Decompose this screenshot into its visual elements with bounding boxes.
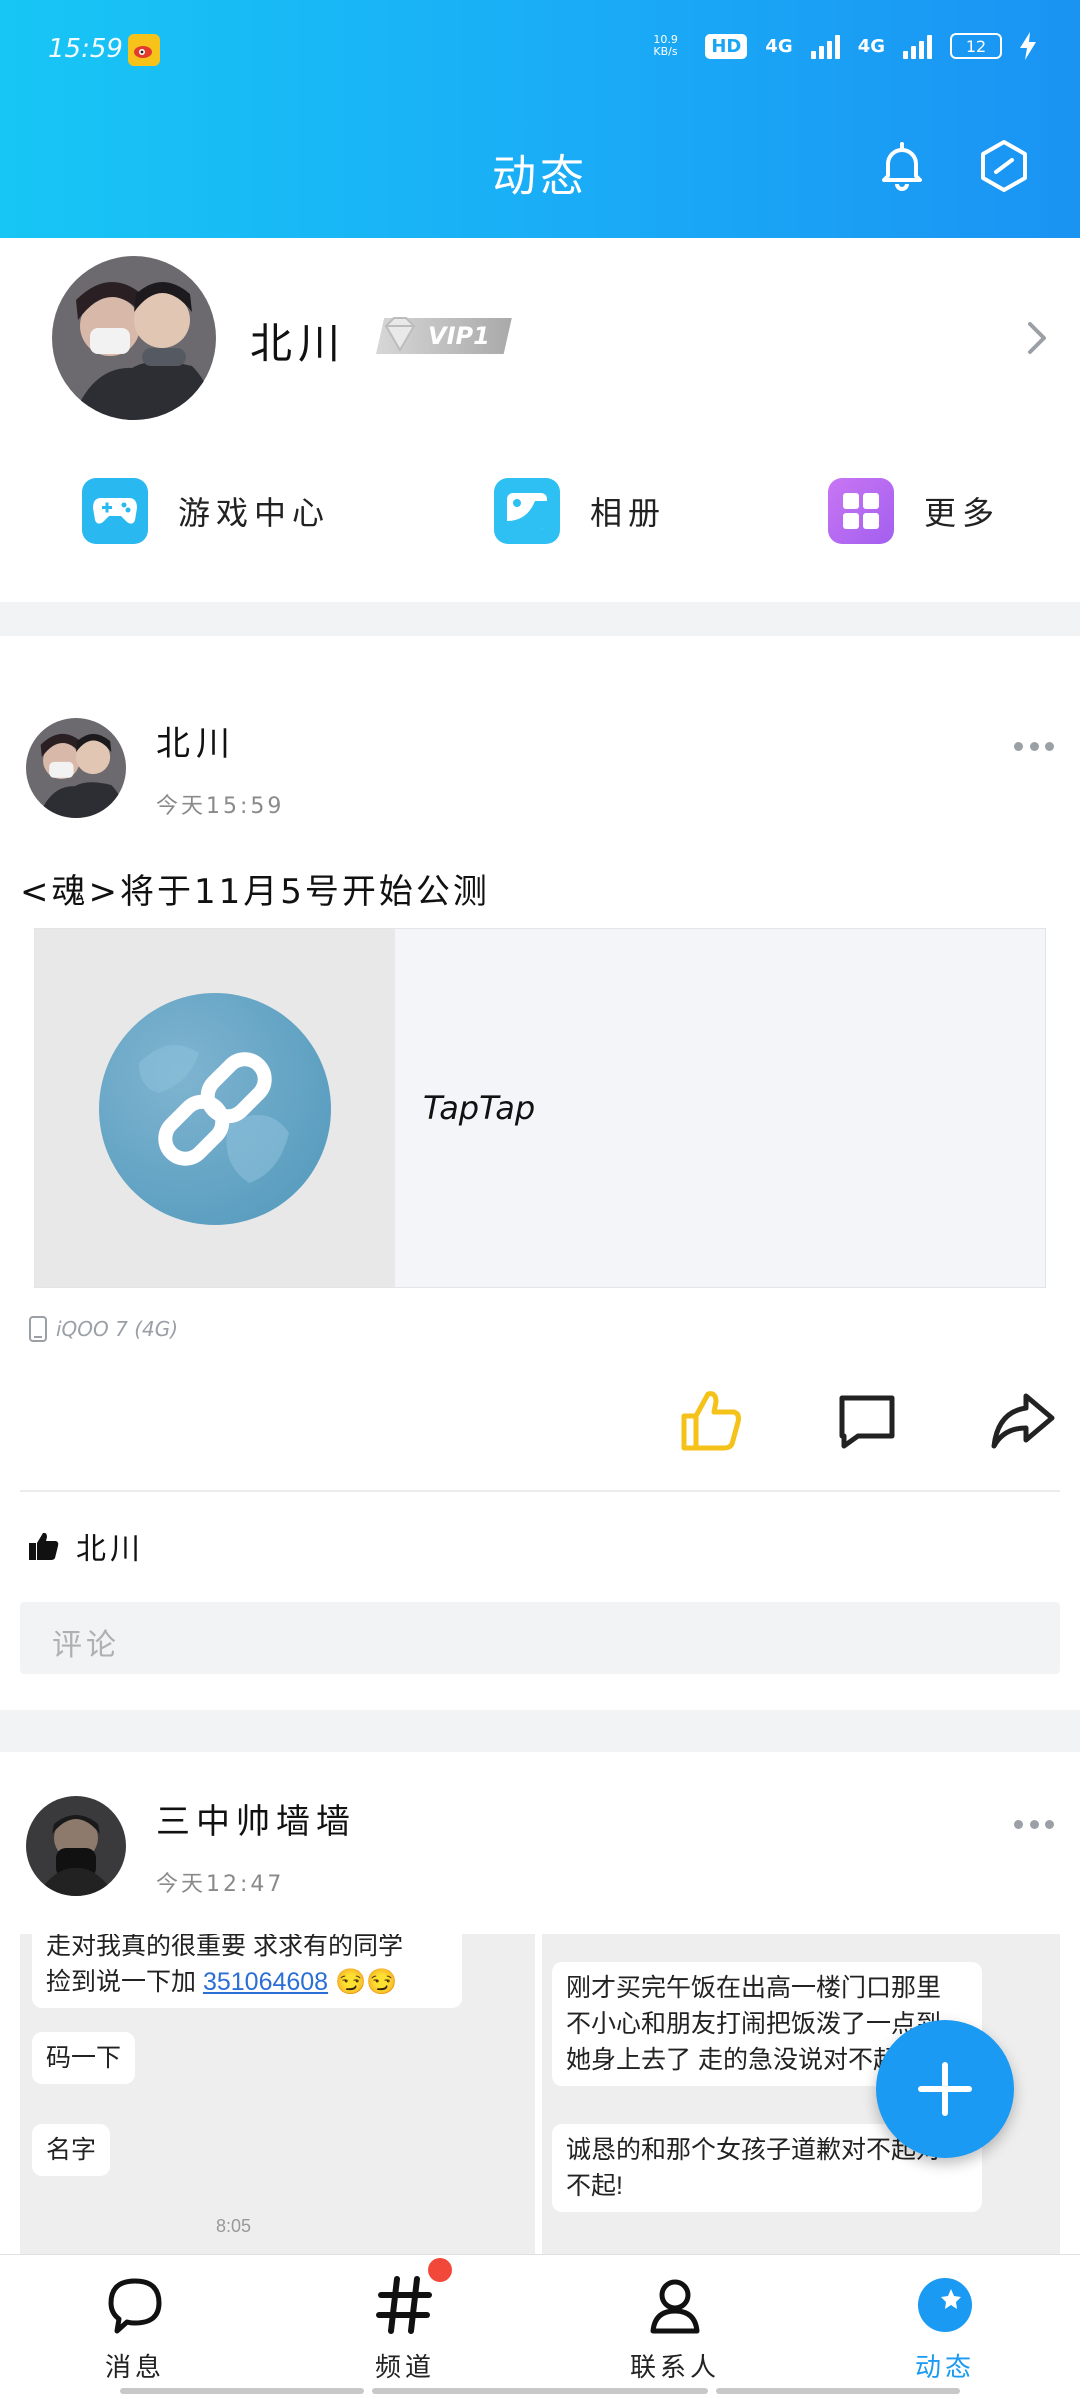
profile-name[interactable]: 北川	[250, 310, 346, 371]
like-icon[interactable]	[678, 1388, 744, 1452]
weibo-notification-icon	[128, 34, 160, 66]
signal-icon-2	[903, 33, 932, 59]
gamepad-icon	[82, 478, 148, 544]
quick-link-more[interactable]: 更多	[828, 476, 1000, 546]
post-author-avatar[interactable]	[26, 1796, 126, 1896]
tab-dynamic[interactable]: 动态	[810, 2255, 1080, 2400]
qq-number-link[interactable]: 351064608	[203, 1968, 328, 1996]
bubble-line: 走对我真的很重要 求求有的同学	[46, 1934, 403, 1960]
chat-timestamp: 8:05	[216, 2216, 252, 2236]
post-image-left[interactable]: 走对我真的很重要 求求有的同学 捡到说一下加 351064608 😏😏 码一下 …	[20, 1934, 535, 2254]
link-thumbnail	[35, 929, 395, 1287]
device-info: iQOO 7 (4G)	[28, 1316, 178, 1342]
hexagon-icon[interactable]	[976, 138, 1032, 194]
battery-level: 12	[965, 36, 987, 56]
tab-label: 频道	[374, 2353, 435, 2383]
notification-dot	[428, 2258, 452, 2282]
star-dynamic-icon	[918, 2278, 972, 2332]
thumb-up-filled-icon	[29, 1532, 59, 1560]
tab-label: 联系人	[629, 2353, 720, 2383]
liker-name: 北川	[76, 1532, 144, 1567]
phone-icon	[29, 1316, 47, 1342]
post-author-avatar[interactable]	[26, 718, 126, 818]
signal-icon	[810, 33, 840, 59]
quick-link-label: 更多	[924, 494, 1001, 532]
album-icon	[494, 478, 560, 544]
quick-link-album[interactable]: 相册	[494, 476, 666, 546]
link-title: TapTap	[423, 1089, 536, 1127]
gesture-bar	[716, 2388, 960, 2394]
bubble-line: 不起!	[566, 2172, 623, 2200]
net1-label: 4G	[765, 35, 793, 57]
status-icons: 10.9 KB/s HD 4G 4G 12	[653, 32, 1036, 60]
quick-link-label: 游戏中心	[178, 494, 331, 532]
likes-row[interactable]: 北川	[28, 1524, 144, 1568]
comment-placeholder: 评论	[52, 1628, 120, 1663]
chat-bubble: 走对我真的很重要 求求有的同学 捡到说一下加 351064608 😏😏	[32, 1934, 462, 2008]
tab-label: 消息	[104, 2353, 165, 2383]
charging-icon	[1020, 32, 1036, 60]
comment-icon[interactable]	[836, 1388, 898, 1452]
device-label: iQOO 7 (4G)	[56, 1317, 179, 1341]
hd-badge: HD	[705, 33, 748, 59]
bubble-line: 刚才买完午饭在出高一楼门口那里	[566, 1974, 942, 2002]
grid-icon	[828, 478, 894, 544]
status-time: 15:59	[48, 34, 123, 64]
bottom-nav: 消息 频道 联系人 动态	[0, 2254, 1080, 2400]
battery-icon: 12	[950, 33, 1002, 59]
more-options-icon[interactable]	[1014, 1820, 1054, 1830]
post-text: <魂>将于11月5号开始公测	[20, 872, 490, 912]
smile-emoji-icon: 😏😏	[335, 1968, 398, 1996]
link-preview-card[interactable]: TapTap	[34, 928, 1046, 1288]
quick-link-label: 相册	[590, 494, 667, 532]
tab-messages[interactable]: 消息	[0, 2255, 270, 2400]
post-author-name[interactable]: 三中帅墙墙	[156, 1794, 356, 1843]
net2-label: 4G	[857, 35, 885, 57]
more-options-icon[interactable]	[1014, 742, 1054, 752]
message-bubble-icon	[108, 2278, 162, 2334]
status-bar: 15:59 10.9 KB/s HD 4G 4G 12	[0, 0, 1080, 100]
chevron-right-icon[interactable]	[1022, 318, 1052, 358]
post-timestamp: 今天12:47	[156, 1872, 285, 1897]
gesture-bar	[372, 2388, 708, 2394]
share-icon[interactable]	[990, 1388, 1056, 1452]
chat-bubble: 码一下	[32, 2032, 136, 2084]
tab-channels[interactable]: 频道	[270, 2255, 540, 2400]
bubble-line: 捡到说一下加	[46, 1968, 203, 1996]
hashtag-icon	[376, 2276, 432, 2334]
tab-contacts[interactable]: 联系人	[540, 2255, 810, 2400]
top-header: 15:59 10.9 KB/s HD 4G 4G 12 动态	[0, 0, 1080, 238]
contact-person-icon	[650, 2279, 700, 2334]
net-speed: 10.9 KB/s	[653, 33, 678, 58]
post-timestamp: 今天15:59	[156, 794, 285, 819]
globe-link-icon	[99, 993, 331, 1225]
gesture-bar	[120, 2388, 364, 2394]
profile-avatar[interactable]	[52, 256, 216, 420]
comment-input[interactable]: 评论	[20, 1602, 1060, 1674]
bell-icon[interactable]	[874, 138, 930, 194]
plus-icon	[918, 2062, 972, 2116]
post-author-name[interactable]: 北川	[156, 716, 236, 765]
chat-bubble: 名字	[32, 2124, 111, 2176]
tab-label: 动态	[914, 2353, 975, 2383]
diamond-icon	[384, 317, 416, 352]
create-post-button[interactable]	[876, 2020, 1014, 2158]
quick-link-game-center[interactable]: 游戏中心	[82, 476, 330, 546]
post-divider	[20, 1490, 1060, 1492]
